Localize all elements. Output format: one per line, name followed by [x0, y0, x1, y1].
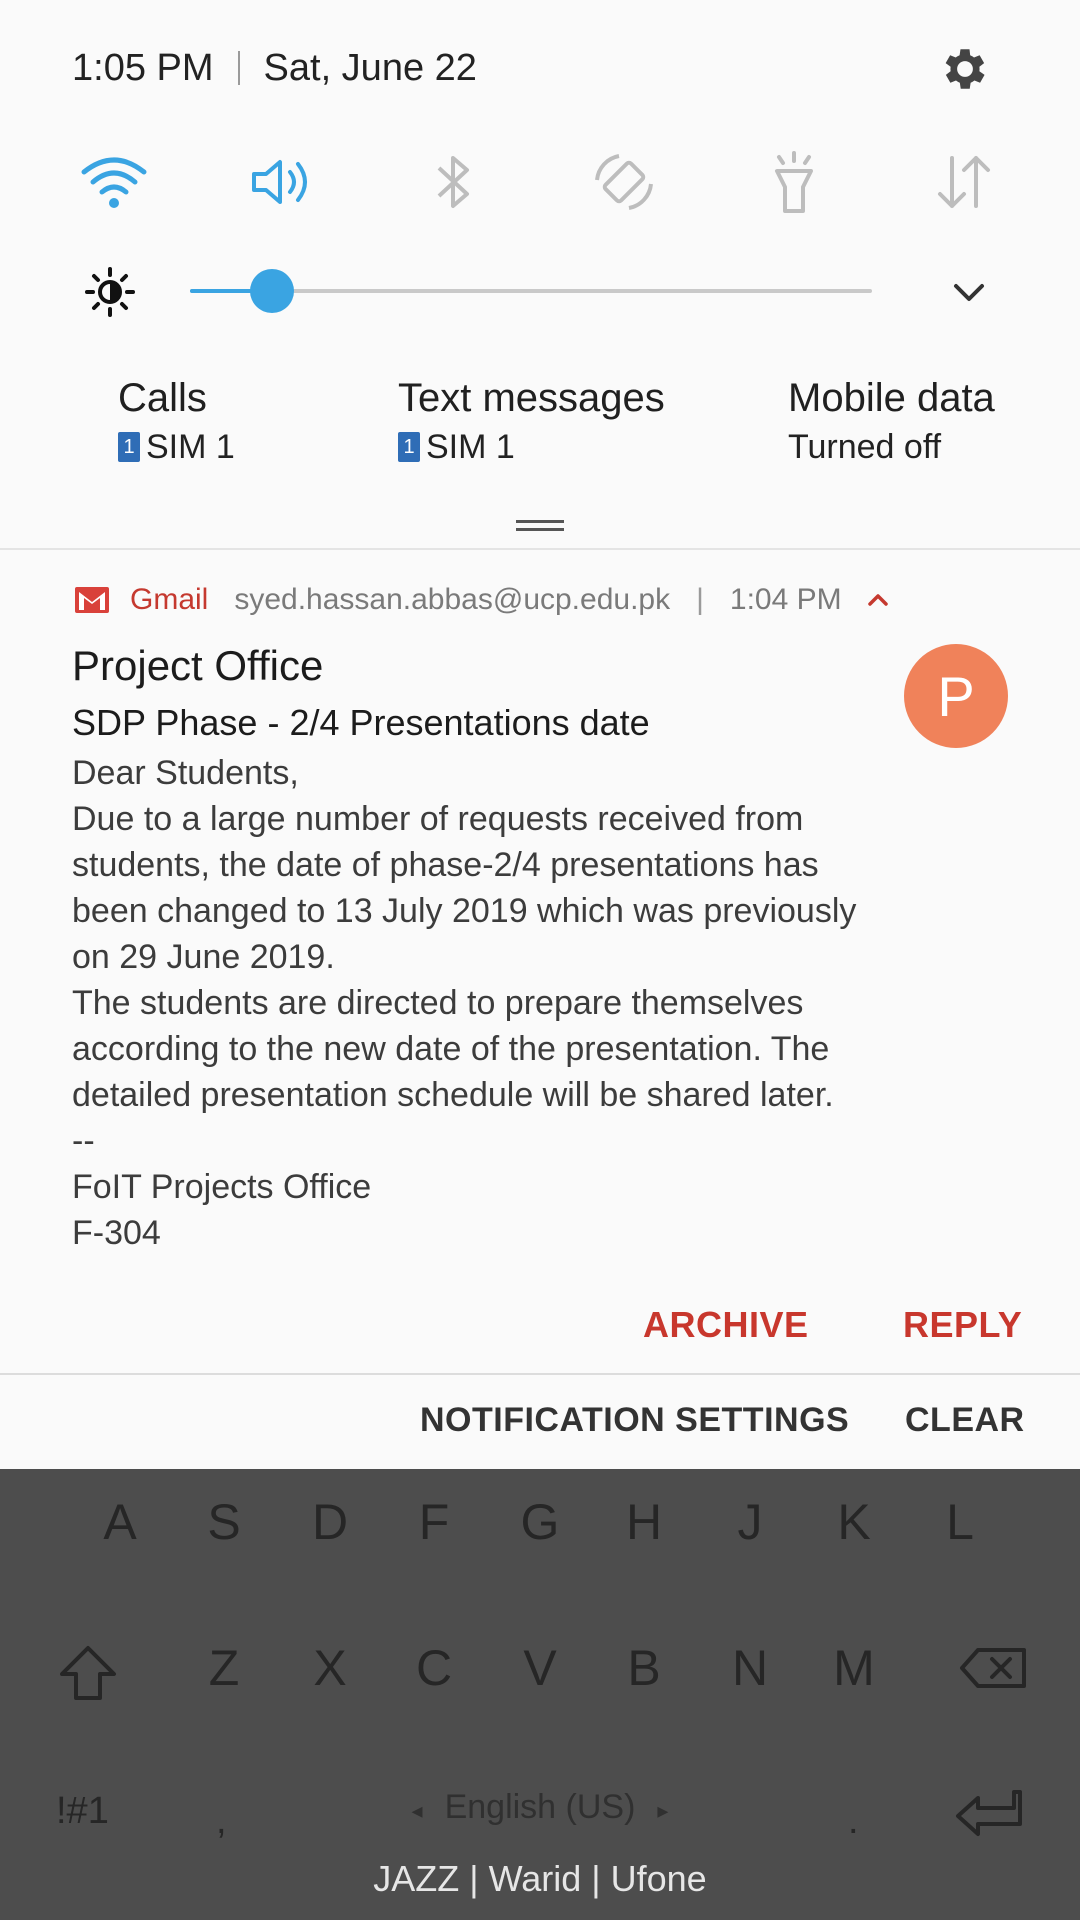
body-line: Dear Students, — [72, 754, 299, 792]
brightness-slider-thumb[interactable] — [249, 269, 294, 313]
key-s[interactable]: S — [184, 1482, 264, 1562]
account-email: syed.hassan.abbas@ucp.edu.pk — [234, 583, 671, 616]
auto-rotate-icon[interactable] — [584, 142, 664, 222]
key-m[interactable]: M — [814, 1628, 894, 1708]
body-line: been changed to 13 July 2019 which was p… — [72, 892, 857, 930]
key-n[interactable]: N — [710, 1628, 790, 1708]
key-b[interactable]: B — [604, 1628, 684, 1708]
settings-gear-icon[interactable] — [938, 42, 992, 96]
key-f[interactable]: F — [394, 1482, 474, 1562]
status-separator — [237, 51, 240, 85]
sim-text-value: SIM 1 — [426, 428, 515, 466]
email-body: Dear Students, Due to a large number of … — [72, 750, 1032, 1256]
sound-icon[interactable] — [244, 142, 324, 222]
date: Sat, June 22 — [263, 46, 477, 89]
carrier-label: JAZZ | Warid | Ufone — [373, 1858, 707, 1899]
quick-settings-panel: 1:05 PM Sat, June 22 Calls 1 SIM 1 Text … — [0, 0, 1080, 548]
key-l[interactable]: L — [920, 1482, 1000, 1562]
body-line: detailed presentation schedule will be s… — [72, 1076, 834, 1114]
key-c[interactable]: C — [394, 1628, 474, 1708]
sim-mobile-data[interactable]: Mobile data Turned off — [788, 372, 995, 470]
sim-text-messages[interactable]: Text messages 1 SIM 1 — [398, 372, 665, 470]
language-left-arrow-icon: ◂ — [411, 1798, 423, 1823]
body-line: according to the new date of the present… — [72, 1030, 830, 1068]
language-right-arrow-icon: ▸ — [657, 1798, 669, 1823]
sim-text-value-row: 1 SIM 1 — [398, 424, 665, 470]
notification-settings-button[interactable]: NOTIFICATION SETTINGS — [420, 1401, 849, 1440]
archive-button[interactable]: ARCHIVE — [643, 1304, 809, 1346]
sim-badge-icon: 1 — [398, 432, 420, 462]
reply-button[interactable]: REPLY — [903, 1304, 1022, 1346]
mobile-data-icon[interactable] — [924, 142, 1004, 222]
key-v[interactable]: V — [500, 1628, 580, 1708]
status-row: 1:05 PM Sat, June 22 — [72, 40, 477, 96]
app-name: Gmail — [130, 583, 209, 616]
sim-data-title: Mobile data — [788, 376, 995, 420]
body-line: on 29 June 2019. — [72, 938, 335, 976]
sim-badge-icon: 1 — [118, 432, 140, 462]
brightness-icon — [85, 267, 135, 317]
key-h[interactable]: H — [604, 1482, 684, 1562]
language-label: English (US) — [444, 1788, 636, 1826]
key-a[interactable]: A — [80, 1482, 160, 1562]
panel-drag-handle[interactable] — [516, 520, 564, 523]
notification-footer: NOTIFICATION SETTINGS CLEAR — [0, 1375, 1080, 1469]
sender-name: Project Office — [72, 642, 324, 689]
shift-icon[interactable] — [56, 1644, 120, 1702]
enter-icon[interactable] — [950, 1786, 1026, 1842]
chevron-up-icon[interactable] — [864, 590, 892, 610]
body-line: FoIT Projects Office — [72, 1168, 372, 1206]
key-k[interactable]: K — [814, 1482, 894, 1562]
sim-calls[interactable]: Calls 1 SIM 1 — [118, 372, 235, 470]
period-key[interactable]: . — [848, 1800, 859, 1843]
wifi-icon[interactable] — [74, 142, 154, 222]
header-separator: | — [696, 583, 704, 616]
language-key[interactable]: ◂ English (US) ▸ — [0, 1788, 1080, 1827]
clock: 1:05 PM — [72, 46, 214, 89]
avatar: P — [904, 644, 1008, 748]
key-g[interactable]: G — [500, 1482, 580, 1562]
body-line: The students are directed to prepare the… — [72, 984, 804, 1022]
sim-data-value: Turned off — [788, 428, 942, 466]
gmail-notification[interactable]: Gmail syed.hassan.abbas@ucp.edu.pk | 1:0… — [0, 550, 1080, 1373]
body-line: Due to a large number of requests receiv… — [72, 800, 804, 838]
email-subject: SDP Phase - 2/4 Presentations date — [72, 702, 650, 743]
body-line: F-304 — [72, 1214, 161, 1252]
bluetooth-icon[interactable] — [414, 142, 494, 222]
key-z[interactable]: Z — [184, 1628, 264, 1708]
body-line: students, the date of phase-2/4 presenta… — [72, 846, 819, 884]
key-d[interactable]: D — [290, 1482, 370, 1562]
gmail-icon — [75, 587, 109, 613]
clear-button[interactable]: CLEAR — [905, 1401, 1025, 1440]
chevron-down-icon[interactable] — [946, 270, 992, 316]
flashlight-icon[interactable] — [754, 142, 834, 222]
key-j[interactable]: J — [710, 1482, 790, 1562]
quick-settings-tiles — [0, 142, 1080, 222]
notification-time: 1:04 PM — [729, 583, 842, 616]
sim-calls-value: SIM 1 — [146, 428, 235, 466]
panel-drag-handle-line — [516, 528, 564, 531]
brightness-slider[interactable] — [190, 269, 872, 313]
sim-calls-value-row: 1 SIM 1 — [118, 424, 235, 470]
brightness-row — [0, 258, 1080, 324]
sim-calls-title: Calls — [118, 376, 207, 420]
body-line: -- — [72, 1122, 95, 1160]
backspace-icon[interactable] — [958, 1646, 1030, 1690]
notification-header: Gmail syed.hassan.abbas@ucp.edu.pk | 1:0… — [74, 580, 892, 620]
sim-text-title: Text messages — [398, 376, 665, 420]
key-x[interactable]: X — [290, 1628, 370, 1708]
